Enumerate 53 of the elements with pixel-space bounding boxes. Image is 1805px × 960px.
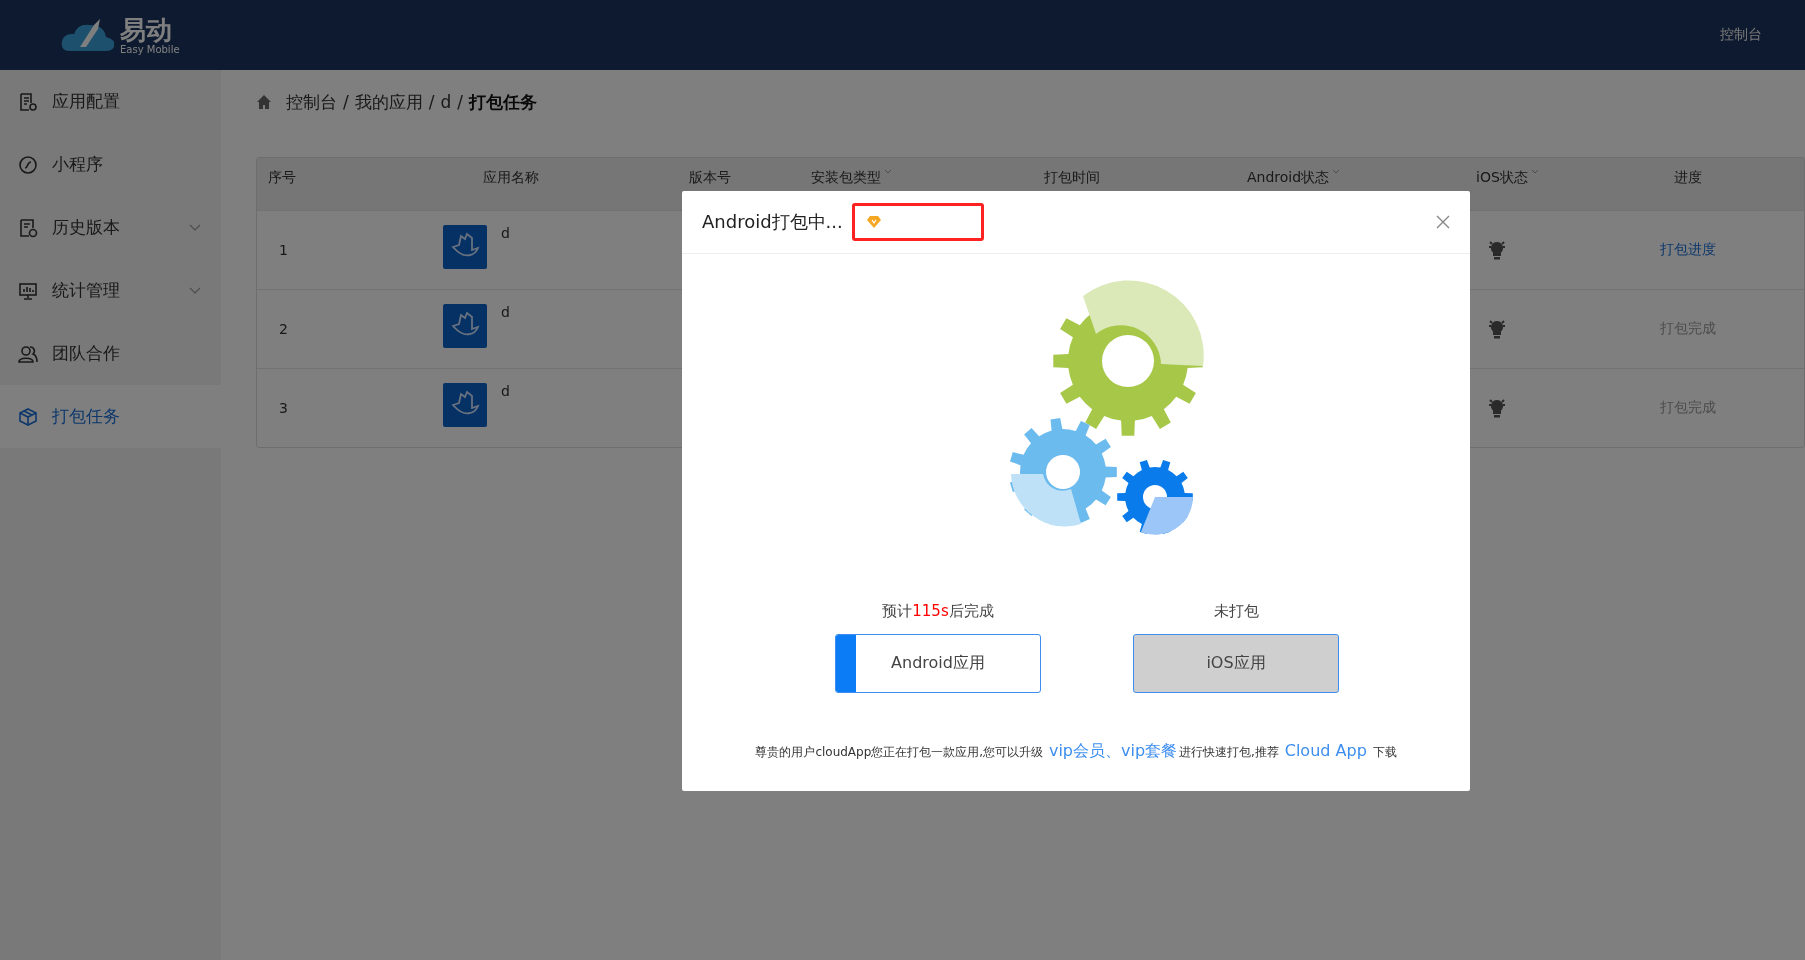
status-text: 未打包 (1213, 602, 1259, 621)
lightbulb-icon (1488, 319, 1506, 339)
breadcrumb-link[interactable]: 我的应用 (354, 90, 423, 114)
table-cell: 2 (279, 321, 288, 337)
nav-link[interactable]: 控制台 (1720, 26, 1762, 44)
column-header: 打包时间 (1044, 169, 1100, 187)
monitor-chart-icon (18, 280, 38, 301)
dialog-title: Android打包中... (702, 210, 843, 234)
breadcrumb-current: 打包任务 (469, 90, 537, 114)
document-icon (18, 91, 38, 112)
sidebar-item[interactable]: 应用配置 (0, 70, 221, 133)
sidebar-item[interactable]: 打包任务 (0, 385, 221, 448)
breadcrumb-separator: / (428, 92, 435, 112)
close-icon[interactable] (1436, 215, 1450, 229)
sidebar-item[interactable]: 统计管理 (0, 259, 221, 322)
breadcrumb-link[interactable]: 控制台 (286, 90, 337, 114)
progress-link[interactable]: 打包进度 (1660, 241, 1716, 259)
column-header: 应用名称 (483, 169, 539, 187)
table-cell: 1 (279, 242, 288, 258)
breadcrumb-separator: / (343, 92, 349, 112)
sort-caret-icon[interactable] (884, 169, 892, 174)
sidebar-item[interactable]: 历史版本 (0, 196, 221, 259)
upgrade-link[interactable]: vip会员、vip套餐 (1048, 741, 1178, 760)
sidebar-item[interactable]: 团队合作 (0, 322, 221, 385)
table-cell: d (501, 304, 510, 320)
sort-caret-icon[interactable] (1332, 169, 1341, 174)
home-icon[interactable] (256, 94, 272, 110)
column-header: 安装包类型 (811, 169, 881, 187)
lightbulb-icon (1488, 398, 1506, 418)
column-header: 序号 (268, 169, 296, 187)
sort-caret-icon[interactable] (1530, 169, 1539, 174)
table-cell: d (501, 225, 510, 241)
upgrade-link[interactable]: Cloud App (1284, 741, 1367, 760)
table-cell: 3 (279, 400, 288, 416)
breadcrumb-link[interactable]: d (440, 92, 452, 112)
column-header: 版本号 (689, 169, 731, 187)
status-text: 预计115s后完成 (882, 602, 994, 621)
box-icon (18, 406, 38, 427)
platform-button[interactable]: Android应用 (835, 634, 1041, 693)
logo-subtitle: Easy Mobile (120, 43, 180, 55)
column-header: Android状态 (1247, 169, 1330, 187)
diamond-icon (866, 216, 881, 228)
document-clock-icon (18, 217, 38, 238)
sidebar-item[interactable]: 小程序 (0, 133, 221, 196)
column-header: 进度 (1674, 169, 1702, 187)
breadcrumb-separator: / (457, 92, 463, 112)
column-header: iOS状态 (1476, 169, 1528, 187)
lightbulb-icon (1488, 240, 1506, 260)
link-circle-icon (18, 154, 38, 175)
table-cell: d (501, 383, 510, 399)
upgrade-notice: 尊贵的用户cloudApp您正在打包一款应用,您可以升级 vip会员、vip套餐 进行快速打包,推荐 Cloud App 下载 (755, 741, 1397, 762)
logo-title: 易动 (120, 15, 173, 44)
people-icon (18, 343, 38, 364)
